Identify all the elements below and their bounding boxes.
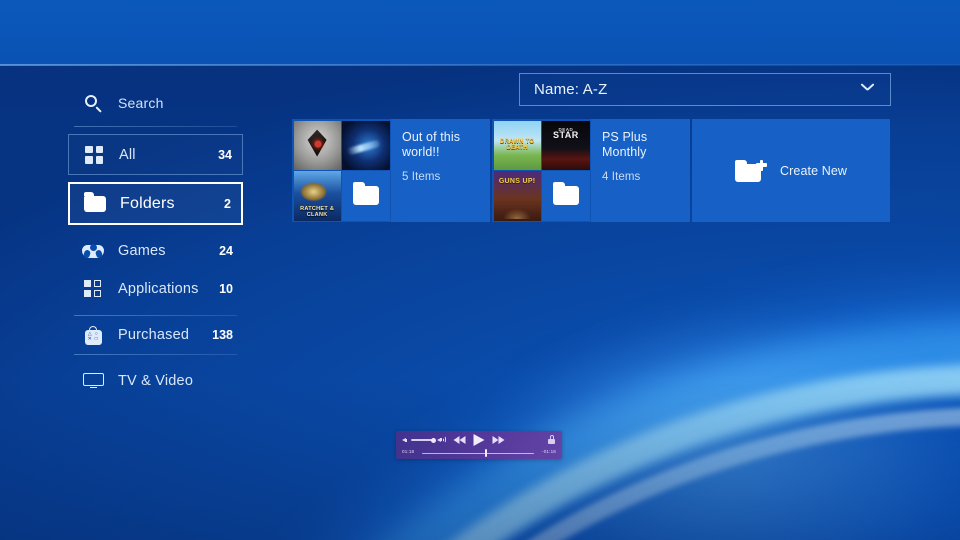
guns-up-thumbnail: GUNS UP! bbox=[494, 171, 541, 220]
folder-item-count: 5 Items bbox=[402, 171, 440, 183]
media-player-controls bbox=[396, 431, 562, 447]
apps-icon bbox=[80, 278, 106, 300]
media-player-seek-row: 01:18 -01:18 bbox=[396, 447, 562, 459]
sidebar-item-label: Purchased bbox=[118, 327, 212, 343]
space-thumbnail bbox=[342, 121, 389, 170]
sidebar-item-count: 2 bbox=[224, 197, 241, 211]
time-elapsed: 01:18 bbox=[402, 449, 414, 454]
media-player-overlay[interactable]: 01:18 -01:18 bbox=[396, 431, 562, 459]
ps4-library-screen: Library Name: A-Z Search All 34 Fold bbox=[0, 0, 960, 540]
folder-card[interactable]: RATCHET & CLANK Out of this world!! 5 It… bbox=[292, 119, 490, 222]
sidebar-item-search[interactable]: Search bbox=[68, 86, 243, 120]
search-icon bbox=[80, 92, 106, 114]
folder-card-body: PS Plus Monthly Games! 4 Items bbox=[591, 119, 690, 222]
folder-icon bbox=[353, 186, 379, 205]
sidebar-item-label: Applications bbox=[118, 281, 219, 297]
gem-thumbnail bbox=[294, 121, 341, 170]
sidebar-item-label: Games bbox=[118, 243, 219, 259]
ratchet-clank-thumbnail: RATCHET & CLANK bbox=[294, 171, 341, 220]
sidebar-item-purchased[interactable]: △○✕□ Purchased 138 bbox=[68, 316, 243, 354]
folder-card[interactable]: DRAWN TO DEATH DEAD STAR GUNS UP! PS Plu… bbox=[492, 119, 690, 222]
folder-title: PS Plus Monthly Games! bbox=[602, 130, 680, 160]
sort-dropdown-value: Name: A-Z bbox=[520, 81, 861, 98]
header-bar bbox=[0, 0, 960, 65]
folder-thumbnail-grid: DRAWN TO DEATH DEAD STAR GUNS UP! bbox=[492, 119, 591, 222]
sidebar-item-count: 10 bbox=[219, 282, 243, 296]
drawn-to-death-thumbnail: DRAWN TO DEATH bbox=[494, 121, 541, 170]
spacer bbox=[68, 127, 243, 134]
sidebar-item-applications[interactable]: Applications 10 bbox=[68, 270, 243, 308]
transport-controls bbox=[454, 434, 505, 446]
folder-item-count: 4 Items bbox=[602, 171, 640, 183]
seek-slider[interactable] bbox=[422, 453, 534, 454]
play-icon[interactable] bbox=[474, 434, 485, 446]
folder-icon bbox=[82, 193, 108, 215]
sidebar-item-label: All bbox=[119, 147, 218, 163]
speaker-icon bbox=[402, 437, 409, 444]
sidebar-item-tv-video[interactable]: TV & Video bbox=[68, 362, 243, 400]
create-new-folder-card[interactable]: Create New bbox=[692, 119, 890, 222]
spacer bbox=[68, 225, 243, 232]
sidebar-item-folders[interactable]: Folders 2 bbox=[68, 182, 243, 225]
volume-slider-handle[interactable] bbox=[431, 438, 436, 443]
volume-slider[interactable] bbox=[411, 439, 435, 440]
tv-icon bbox=[80, 370, 106, 392]
header-divider bbox=[0, 64, 960, 66]
sidebar-item-label: Search bbox=[118, 95, 243, 111]
grid-icon bbox=[81, 144, 107, 166]
sidebar-item-games[interactable]: Games 24 bbox=[68, 232, 243, 270]
speaker-wave-icon bbox=[437, 436, 446, 444]
create-new-label: Create New bbox=[780, 164, 847, 178]
sidebar-item-count: 24 bbox=[219, 244, 243, 258]
store-bag-icon: △○✕□ bbox=[80, 324, 106, 346]
folder-plus-icon bbox=[735, 160, 767, 182]
volume-control[interactable] bbox=[402, 436, 446, 444]
sidebar-item-count: 34 bbox=[218, 148, 242, 162]
folder-thumbnail bbox=[342, 171, 389, 220]
sidebar-item-label: TV & Video bbox=[118, 373, 243, 389]
folder-thumbnail bbox=[542, 171, 589, 220]
folder-card-list: RATCHET & CLANK Out of this world!! 5 It… bbox=[292, 119, 890, 222]
folder-icon bbox=[553, 186, 579, 205]
rewind-icon[interactable] bbox=[454, 436, 466, 444]
seek-slider-handle[interactable] bbox=[485, 449, 487, 457]
chevron-down-icon bbox=[861, 83, 874, 96]
thumbnail-caption: DRAWN TO DEATH bbox=[494, 139, 541, 151]
gamepad-icon bbox=[80, 240, 106, 262]
create-new-inner: Create New bbox=[735, 160, 847, 182]
thumbnail-caption: RATCHET & CLANK bbox=[294, 206, 341, 218]
sidebar: Search All 34 Folders 2 bbox=[68, 86, 243, 400]
sort-dropdown[interactable]: Name: A-Z bbox=[519, 73, 891, 106]
folder-title: Out of this world!! bbox=[402, 130, 480, 160]
folder-card-body: Out of this world!! 5 Items bbox=[391, 119, 490, 222]
spacer bbox=[68, 175, 243, 182]
dead-star-thumbnail: DEAD STAR bbox=[542, 121, 589, 170]
fast-forward-icon[interactable] bbox=[493, 436, 505, 444]
thumbnail-caption: GUNS UP! bbox=[494, 178, 541, 185]
spacer bbox=[68, 355, 243, 362]
sidebar-item-count: 138 bbox=[212, 328, 243, 342]
folder-thumbnail-grid: RATCHET & CLANK bbox=[292, 119, 391, 222]
time-remaining: -01:18 bbox=[542, 449, 556, 454]
spacer bbox=[68, 308, 243, 315]
lock-icon[interactable] bbox=[548, 435, 555, 444]
sidebar-item-all[interactable]: All 34 bbox=[68, 134, 243, 175]
thumbnail-caption: STAR bbox=[542, 131, 589, 140]
sidebar-item-label: Folders bbox=[120, 195, 224, 213]
